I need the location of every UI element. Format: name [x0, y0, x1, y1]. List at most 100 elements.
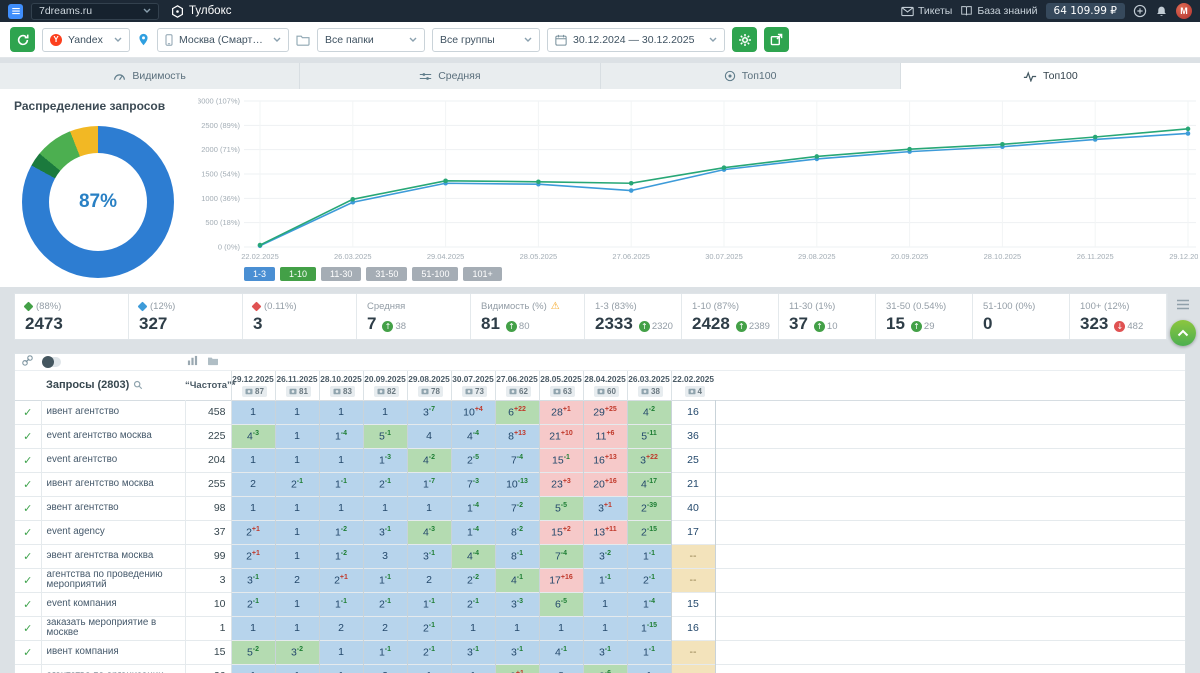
stat-card-3[interactable]: Средняя 7 ↑ 38 [357, 294, 471, 339]
queries-column-header[interactable]: Запросы (2803) [41, 371, 185, 400]
table-row[interactable]: ✓ ивент агентство 458 1 1 1 1 3-7 10+4 6+22 28+1 29… [15, 400, 1185, 424]
query-cell[interactable]: ивент агентство [41, 400, 186, 424]
view-toggle[interactable] [42, 356, 61, 368]
groups-select[interactable]: Все группы [432, 27, 540, 52]
stat-card-1[interactable]: (12%) 327 [129, 294, 243, 339]
stat-card-7[interactable]: 11-30 (1%) 37 ↑ 10 [779, 294, 876, 339]
row-check-icon[interactable]: ✓ [15, 424, 42, 448]
stat-card-5[interactable]: 1-3 (83%) 2333 ↑ 2320 [585, 294, 682, 339]
legend-chip-11-30[interactable]: 11-30 [321, 267, 362, 281]
table-row[interactable]: ✓ event компания 10 2-1 1 1-1 2-1 1-1 2-1 3-3 6-5 1… [15, 592, 1185, 616]
region-pin-icon[interactable] [137, 32, 150, 47]
query-cell[interactable]: ивент компания [41, 640, 186, 664]
table-row[interactable]: ✓ эвент агентства москва 99 2+1 1 1-2 3 3-1 4-4 8… [15, 544, 1185, 568]
tab-visibility[interactable]: Видимость [0, 63, 301, 89]
legend-chip-31-50[interactable]: 31-50 [366, 267, 408, 281]
row-check-icon[interactable]: ✓ [15, 472, 42, 496]
date-column-header[interactable]: 20.09.2025 82 [362, 371, 407, 400]
row-check-icon[interactable]: ✓ [15, 664, 42, 673]
row-check-icon[interactable]: ✓ [15, 520, 42, 544]
notifications-bell-icon[interactable] [1155, 5, 1168, 18]
query-cell[interactable]: event компания [41, 592, 186, 616]
date-column-header[interactable]: 26.03.2025 38 [626, 371, 671, 400]
folders-icon[interactable] [207, 353, 219, 371]
query-cell[interactable]: эвент агентство [41, 496, 186, 520]
query-cell[interactable]: эвент агентства москва [41, 544, 186, 568]
table-row[interactable]: ✓ ивент агентство москва 255 2 2-1 1-1 2-1 1-7 7… [15, 472, 1185, 496]
knowledge-base-link[interactable]: База знаний [960, 5, 1038, 17]
app-logo[interactable]: Тулбокс [171, 4, 231, 18]
project-selector[interactable]: 7dreams.ru [31, 2, 159, 20]
row-check-icon[interactable]: ✓ [15, 544, 42, 568]
query-cell[interactable]: ивент агентство москва [41, 472, 186, 496]
donut-section: Распределение запросов 87% [0, 93, 198, 287]
table-row[interactable]: ✓агентство по организации261112119+188-6… [15, 664, 1185, 673]
stat-card-4[interactable]: Видимость (%) ⚠ 81 ↑ 80 [471, 294, 585, 339]
table-row[interactable]: ✓ event agency 37 2+1 1 1-2 3-1 4-3 1-4 8-2 15+2 13… [15, 520, 1185, 544]
queries-distribution-donut[interactable]: 87% [22, 126, 174, 278]
search-icon[interactable] [133, 380, 143, 390]
legend-chip-101+[interactable]: 101+ [463, 267, 502, 281]
frequency-column-header[interactable]: “Частота”* [185, 371, 235, 400]
legend-chip-51-100[interactable]: 51-100 [412, 267, 459, 281]
position-cell: 1-1 [363, 640, 408, 664]
row-check-icon[interactable]: ✓ [15, 592, 42, 616]
date-column-header[interactable]: 29.08.2025 78 [406, 371, 451, 400]
table-row[interactable]: ✓ агентства по проведению мероприятий 3 3-1… [15, 568, 1185, 592]
folders-select[interactable]: Все папки [317, 27, 425, 52]
table-row[interactable]: ✓ event агентство москва 225 4-3 1 1-4 5-1 4 4-4… [15, 424, 1185, 448]
table-row[interactable]: ✓ ивент компания 15 5-2 3-2 1 1-1 2-1 3-1 3-1 4-1 3… [15, 640, 1185, 664]
date-column-header[interactable]: 28.05.2025 63 [538, 371, 583, 400]
legend-chip-1-3[interactable]: 1-3 [244, 267, 276, 281]
row-check-icon[interactable]: ✓ [15, 640, 42, 664]
date-column-header[interactable]: 29.12.2025 87 [230, 371, 275, 400]
date-column-header[interactable]: 28.04.2025 60 [582, 371, 627, 400]
date-column-header[interactable]: 27.06.2025 62 [494, 371, 539, 400]
tab-top100[interactable]: Топ100 [601, 63, 901, 89]
query-cell[interactable]: event агентство москва [41, 424, 186, 448]
table-row[interactable]: ✓ event агентство 204 1 1 1 1-3 4-2 2-5 7-4 15-1 16… [15, 448, 1185, 472]
stat-card-8[interactable]: 31-50 (0.54%) 15 ↑ 29 [876, 294, 973, 339]
stat-card-10[interactable]: 100+ (12%) 323 ↓ 482 [1070, 294, 1167, 339]
row-check-icon[interactable]: ✓ [15, 616, 42, 640]
row-check-icon[interactable]: ✓ [15, 448, 42, 472]
query-cell[interactable]: event агентство [41, 448, 186, 472]
date-range-select[interactable]: 30.12.2024 — 30.12.2025 [547, 27, 725, 52]
date-column-header[interactable]: 22.02.2025 4 [670, 371, 715, 400]
query-cell[interactable]: заказать мероприятие в москве [41, 616, 186, 640]
refresh-button[interactable] [10, 27, 35, 52]
add-funds-button[interactable] [1133, 4, 1147, 18]
date-column-header[interactable]: 28.10.2025 83 [318, 371, 363, 400]
date-column-header[interactable]: 30.07.2025 73 [450, 371, 495, 400]
table-row[interactable]: ✓ заказать мероприятие в москве 1 1 1 2 2 2-1 1 1… [15, 616, 1185, 640]
region-select[interactable]: Москва (Смарт… [157, 27, 289, 52]
apps-menu-button[interactable] [8, 3, 23, 19]
query-cell[interactable]: event agency [41, 520, 186, 544]
search-engine-select[interactable]: Y Yandex [42, 27, 130, 52]
row-check-icon[interactable]: ✓ [15, 400, 42, 424]
query-cell[interactable]: агентства по проведению мероприятий [41, 568, 186, 592]
legend-chip-1-10[interactable]: 1-10 [280, 267, 317, 281]
scroll-top-button[interactable] [1170, 320, 1196, 346]
select-all-column[interactable] [15, 371, 41, 400]
positions-line-chart[interactable]: 0 (0%) 500 (18%) 1000 (36%) 1500 (54%) 2000 … [198, 95, 1198, 263]
query-cell[interactable]: агентство по организации [41, 664, 186, 673]
chart-menu-icon[interactable] [1176, 297, 1190, 315]
avatar[interactable]: M [1176, 3, 1192, 19]
settings-gear-button[interactable] [732, 27, 757, 52]
tickets-link[interactable]: Тикеты [901, 5, 952, 17]
tab-top100-positions[interactable]: Топ100 [900, 63, 1200, 89]
balance-badge[interactable]: 64 109.99 ₽ [1045, 3, 1125, 19]
stat-card-9[interactable]: 51-100 (0%) 0 [973, 294, 1070, 339]
stat-card-0[interactable]: (88%) 2473 [15, 294, 129, 339]
link-icon[interactable] [22, 353, 33, 371]
row-check-icon[interactable]: ✓ [15, 496, 42, 520]
open-report-button[interactable] [764, 27, 789, 52]
table-row[interactable]: ✓ эвент агентство 98 1 1 1 1 1 1-4 7-2 5-5 3+1 2-39 4… [15, 496, 1185, 520]
row-check-icon[interactable]: ✓ [15, 568, 42, 592]
date-column-header[interactable]: 26.11.2025 81 [274, 371, 319, 400]
stat-card-6[interactable]: 1-10 (87%) 2428 ↑ 2389 [682, 294, 779, 339]
tab-average[interactable]: Средняя [300, 63, 601, 89]
chart-columns-icon[interactable] [187, 353, 198, 371]
stat-card-2[interactable]: (0.11%) 3 [243, 294, 357, 339]
